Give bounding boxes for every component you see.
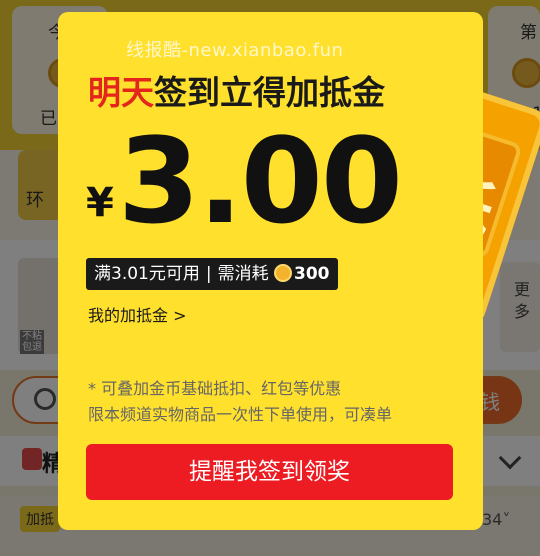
my-voucher-link[interactable]: 我的加抵金 > <box>88 302 187 326</box>
usage-notes: * 可叠加金币基础抵扣、红包等优惠 限本频道实物商品一次性下单使用，可凑单 <box>88 379 393 424</box>
gold-coin-icon <box>274 264 292 282</box>
modal-headline: 明天签到立得加抵金 <box>88 73 385 112</box>
watermark: 线报酷-new.xianbao.fun <box>126 40 344 61</box>
remind-checkin-button[interactable]: 提醒我签到领奖 <box>86 444 453 500</box>
currency-symbol: ¥ <box>86 180 114 226</box>
reward-amount: ¥3.00 <box>86 112 403 250</box>
usage-condition-badge: 满3.01元可用 | 需消耗 300 <box>86 258 338 290</box>
chevron-right-icon: > <box>173 306 187 325</box>
amount-value: 3.00 <box>117 112 403 250</box>
checkin-reward-modal: 线报酷-new.xianbao.fun 明天签到立得加抵金 ¥3.00 满3.0… <box>58 12 483 530</box>
